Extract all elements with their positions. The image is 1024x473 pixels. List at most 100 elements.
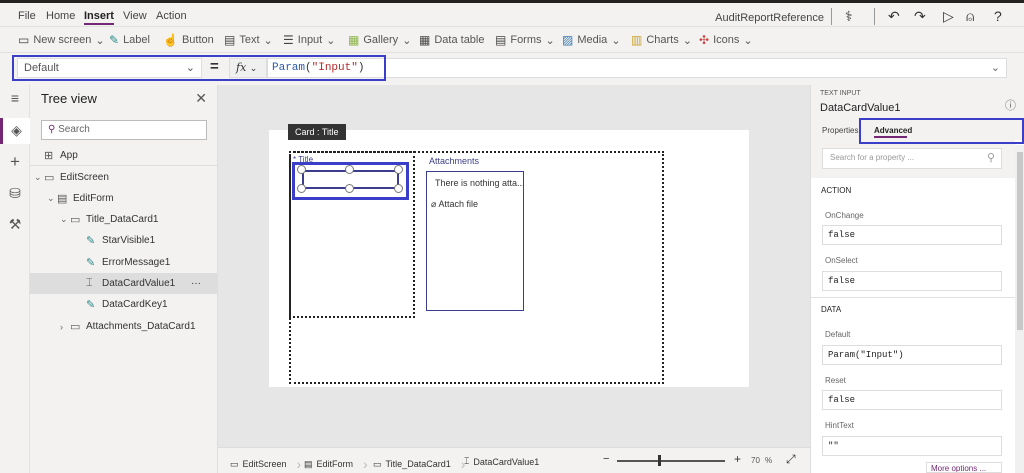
label-icon: ✎ <box>86 299 96 311</box>
resize-handle[interactable] <box>297 165 306 174</box>
resize-handle[interactable] <box>345 165 354 174</box>
prop-label-onchange: OnChange <box>825 211 864 220</box>
data-table-button[interactable]: ▦ Data table <box>419 33 485 47</box>
tree-item-errormessage[interactable]: ✎ ErrorMessage1 <box>30 252 217 273</box>
zoom-level: 70 <box>751 456 760 465</box>
tree-item-label: ErrorMessage1 <box>102 257 171 268</box>
menu-action[interactable]: Action <box>156 10 187 22</box>
menu-view[interactable]: View <box>123 10 147 22</box>
charts-menu[interactable]: ▥ Charts ⌄ <box>631 33 692 47</box>
tree-item-editform[interactable]: ⌄ ▤ EditForm <box>30 188 217 209</box>
play-icon[interactable]: ▷ <box>943 8 954 25</box>
tree-item-datacardvalue[interactable]: ⌶ DataCardValue1 ··· <box>30 273 217 294</box>
chevron-right-icon[interactable]: › <box>60 322 70 332</box>
zoom-in-button[interactable]: + <box>734 452 741 466</box>
new-screen-label: New screen <box>33 34 92 46</box>
resize-handle[interactable] <box>297 184 306 193</box>
breadcrumb-editscreen[interactable]: ▭ EditScreen › <box>230 456 301 472</box>
text-label: Text <box>239 34 260 46</box>
left-rail: ≡ ◈ + ⛁ ⚒ <box>0 85 30 473</box>
expand-chevron-icon[interactable]: ⌄ <box>991 61 1000 75</box>
zoom-unit: % <box>765 456 773 465</box>
input-menu[interactable]: ☰ Input ⌄ <box>283 33 335 47</box>
menu-insert[interactable]: Insert <box>84 10 114 25</box>
prop-input-onchange[interactable]: false <box>822 225 1002 245</box>
close-icon[interactable]: ✕ <box>195 90 207 107</box>
forms-menu[interactable]: ▤ Forms ⌄ <box>495 33 555 47</box>
tree-item-datacardkey[interactable]: ✎ DataCardKey1 <box>30 294 217 315</box>
resize-handle[interactable] <box>394 184 403 193</box>
property-search-input[interactable]: Search for a property ... ⚲ <box>822 148 1002 169</box>
more-options-button[interactable]: More options ... <box>926 462 1002 473</box>
prop-label-default: Default <box>825 330 851 339</box>
tree-item-label: Attachments_DataCard1 <box>86 321 196 332</box>
zoom-slider-thumb[interactable] <box>658 455 662 466</box>
divider <box>831 8 832 25</box>
plus-icon[interactable]: + <box>0 152 30 172</box>
tree-item-attachments-datacard[interactable]: › ▭ Attachments_DataCard1 <box>30 316 217 337</box>
icons-icon: ✣ <box>699 33 710 47</box>
label-button[interactable]: ✎ Label <box>109 33 150 47</box>
chevron-down-icon[interactable]: ⌄ <box>47 193 57 204</box>
attach-file-link[interactable]: ⌀ Attach file <box>431 199 478 210</box>
prop-input-onselect[interactable]: false <box>822 271 1002 291</box>
app-checker-stethoscope-icon[interactable]: ⚕ <box>845 8 853 25</box>
help-icon[interactable]: ? <box>994 8 1002 24</box>
prop-input-default[interactable]: Param("Input") <box>822 345 1002 365</box>
button-button[interactable]: ☝ Button <box>163 33 214 47</box>
tree-item-label: Title_DataCard1 <box>86 214 159 225</box>
tree-item-app[interactable]: ⊞ App <box>30 145 217 166</box>
prop-label-onselect: OnSelect <box>825 256 858 265</box>
chevron-down-icon[interactable]: ⌄ <box>34 172 44 183</box>
undo-icon[interactable]: ↶ <box>888 8 900 25</box>
more-options-icon[interactable]: ··· <box>191 278 201 289</box>
gallery-icon: ▦ <box>348 33 360 47</box>
layers-icon[interactable]: ◈ <box>0 118 30 144</box>
resize-handle[interactable] <box>345 184 354 193</box>
search-placeholder: Search for a property ... <box>830 153 915 162</box>
tree-item-title-datacard[interactable]: ⌄ ▭ Title_DataCard1 <box>30 209 217 230</box>
breadcrumb-title-datacard[interactable]: ▭ Title_DataCard1 › <box>373 456 465 472</box>
tools-icon[interactable]: ⚒ <box>0 216 30 233</box>
attachments-control[interactable] <box>426 171 524 311</box>
input-label: Input <box>297 34 323 46</box>
chevron-down-icon: ⌄ <box>402 34 412 47</box>
data-table-label: Data table <box>434 34 485 46</box>
gallery-menu[interactable]: ▦ Gallery ⌄ <box>348 33 411 47</box>
hamburger-icon[interactable]: ≡ <box>0 90 30 106</box>
menu-file[interactable]: File <box>18 10 36 22</box>
scrollbar-thumb[interactable] <box>1017 152 1023 330</box>
icons-menu[interactable]: ✣ Icons ⌄ <box>699 33 753 47</box>
user-icon[interactable]: ⍝ <box>966 8 974 25</box>
chevron-down-icon: ⌄ <box>545 34 555 47</box>
divider <box>874 8 875 25</box>
chevron-down-icon[interactable]: ⌄ <box>60 214 70 225</box>
chevron-down-icon: ⌄ <box>743 34 753 47</box>
menu-home[interactable]: Home <box>46 10 75 22</box>
breadcrumb-separator: › <box>363 456 368 472</box>
app-title: AuditReportReference <box>715 12 824 24</box>
breadcrumb-datacardvalue[interactable]: ⌶ DataCardValue1 <box>464 456 539 467</box>
text-menu[interactable]: ▤ Text ⌄ <box>224 33 273 47</box>
help-circle-icon[interactable]: ⓘ <box>1005 97 1016 113</box>
prop-input-reset[interactable]: false <box>822 390 1002 410</box>
label-icon: ✎ <box>86 235 96 247</box>
breadcrumb-editform[interactable]: ▤ EditForm › <box>304 456 368 472</box>
breadcrumb-separator: › <box>296 456 302 472</box>
tree-item-label: App <box>60 149 78 161</box>
tab-properties[interactable]: Properties <box>822 126 858 135</box>
tree-item-starvisible[interactable]: ✎ StarVisible1 <box>30 230 217 251</box>
prop-input-hinttext[interactable]: "" <box>822 436 1002 456</box>
media-menu[interactable]: ▨ Media ⌄ <box>562 33 621 47</box>
tree-item-editscreen[interactable]: ⌄ ▭ EditScreen <box>30 167 217 188</box>
search-icon: ⚲ <box>986 152 995 164</box>
media-label: Media <box>577 34 608 46</box>
tree-search-input[interactable]: ⚲ Search <box>41 120 207 140</box>
database-icon[interactable]: ⛁ <box>0 185 30 202</box>
zoom-out-button[interactable]: − <box>603 453 609 465</box>
resize-handle[interactable] <box>394 165 403 174</box>
redo-icon[interactable]: ↷ <box>914 8 926 25</box>
zoom-slider[interactable] <box>617 460 725 462</box>
new-screen-button[interactable]: ▭ New screen ⌄ <box>18 33 105 47</box>
fit-to-screen-icon[interactable]: ⤢ <box>786 452 796 467</box>
